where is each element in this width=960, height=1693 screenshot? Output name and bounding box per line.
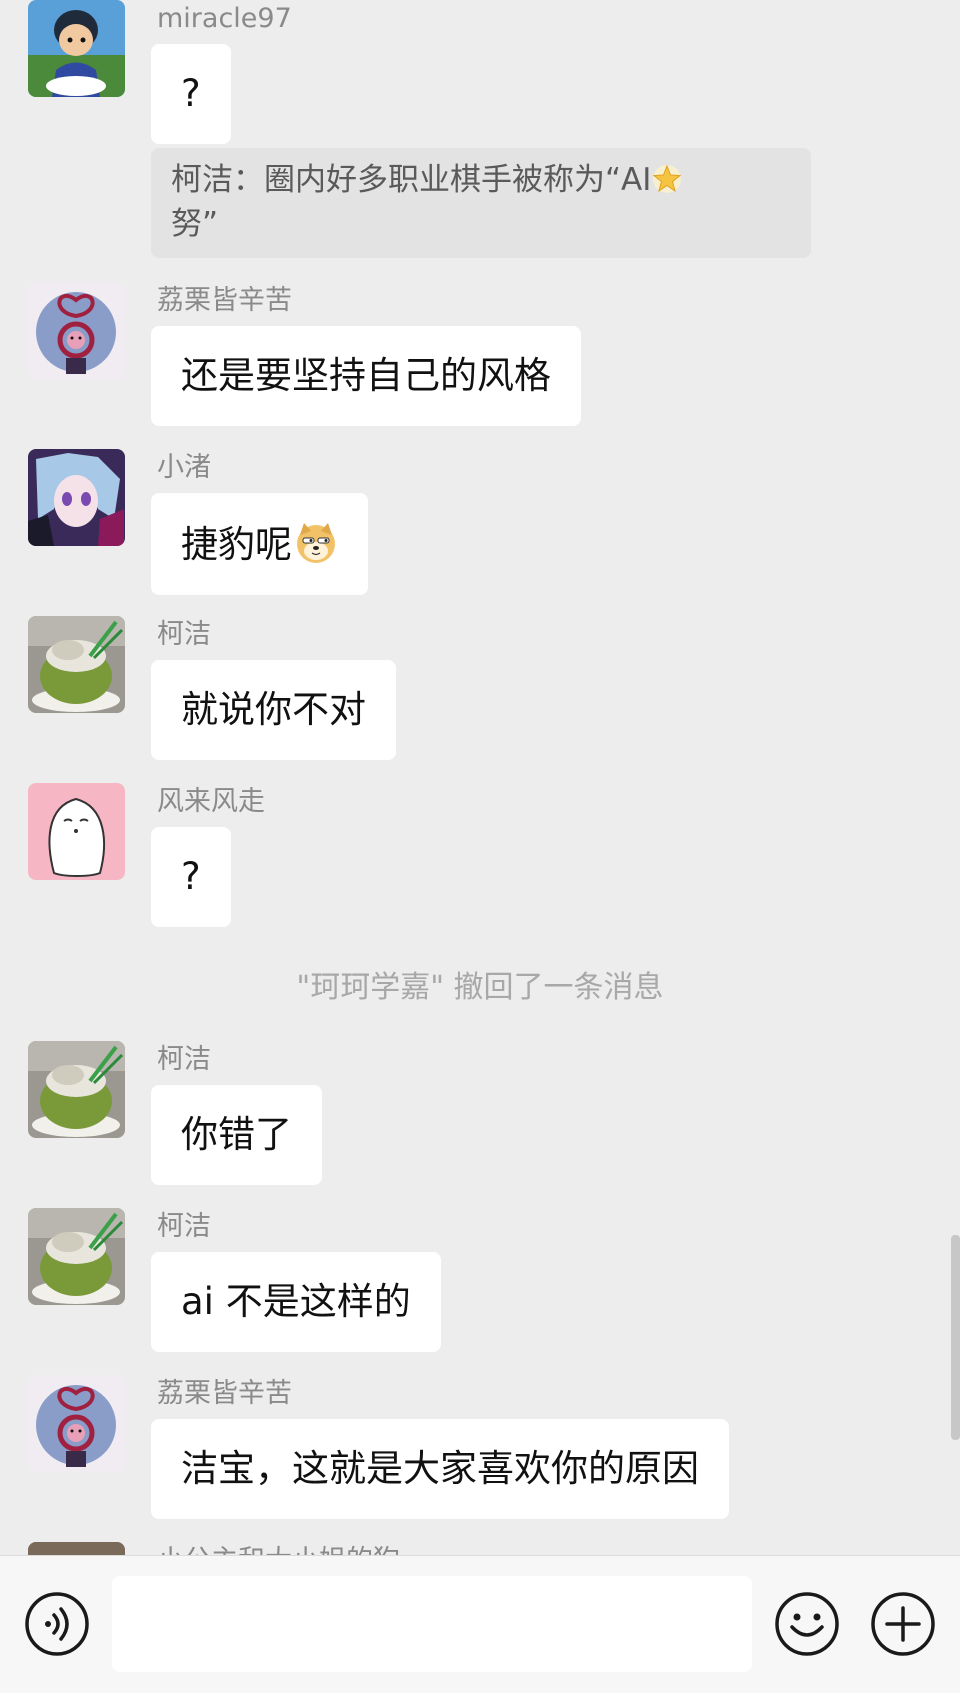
voice-icon: [25, 1592, 89, 1656]
message-bubble[interactable]: ?: [151, 44, 231, 144]
coconut-avatar-icon: [28, 1208, 125, 1305]
scrollbar[interactable]: [951, 1235, 960, 1440]
figure-eight-avatar-icon: [28, 1375, 125, 1472]
chat-message-list[interactable]: miracle97 ? 柯洁：圈内好多职业棋手被称为“AI 努” 荔栗皆辛苦 还…: [0, 0, 960, 1555]
message-bubble[interactable]: 就说你不对: [151, 660, 396, 760]
sender-name: 柯洁: [157, 1211, 211, 1242]
avatar[interactable]: [28, 1208, 125, 1305]
message-input[interactable]: [112, 1576, 752, 1672]
plus-button[interactable]: [870, 1591, 936, 1657]
coconut-avatar-icon: [28, 616, 125, 713]
message-text: 你错了: [181, 1113, 292, 1156]
recall-notice: "珂珂学嘉" 撤回了一条消息: [296, 970, 664, 1005]
emoji-icon: [775, 1592, 839, 1656]
avatar[interactable]: [28, 1542, 125, 1555]
sender-name: 小公主和大小姐的狗: [157, 1544, 400, 1555]
message-text: ai 不是这样的: [181, 1280, 411, 1323]
avatar[interactable]: [28, 0, 125, 97]
quoted-message[interactable]: 柯洁：圈内好多职业棋手被称为“AI 努”: [151, 148, 811, 258]
sender-name: 荔栗皆辛苦: [157, 1378, 292, 1409]
quote-text-prefix: 柯洁：圈内好多职业棋手被称为“AI: [171, 162, 652, 198]
white-blob-avatar-icon: [28, 783, 125, 880]
avatar[interactable]: [28, 449, 125, 546]
star-emoji-icon: [653, 164, 682, 193]
coconut-avatar-icon: [28, 1041, 125, 1138]
sender-name: 荔栗皆辛苦: [157, 285, 292, 316]
plus-icon: [871, 1592, 935, 1656]
message-text: 还是要坚持自己的风格: [181, 354, 551, 397]
message-text: 洁宝，这就是大家喜欢你的原因: [181, 1447, 699, 1490]
message-text: ?: [181, 72, 201, 115]
figure-eight-avatar-icon: [28, 282, 125, 379]
message-text: ?: [181, 855, 201, 898]
avatar[interactable]: [28, 783, 125, 880]
voice-button[interactable]: [24, 1591, 90, 1657]
sender-name: 小渚: [157, 452, 211, 483]
sender-name: 风来风走: [157, 786, 265, 817]
sender-name: miracle97: [157, 3, 292, 34]
message-text: 就说你不对: [181, 688, 366, 731]
message-bubble[interactable]: 你错了: [151, 1085, 322, 1185]
emoji-button[interactable]: [774, 1591, 840, 1657]
avatar[interactable]: [28, 616, 125, 713]
avatar[interactable]: [28, 1375, 125, 1472]
avatar[interactable]: [28, 1041, 125, 1138]
message-bubble[interactable]: ?: [151, 827, 231, 927]
message-bubble[interactable]: 还是要坚持自己的风格: [151, 326, 581, 426]
doge-emoji-icon: [297, 523, 335, 563]
anime-girl-avatar-icon: [28, 449, 125, 546]
quote-text-suffix: 努”: [171, 206, 219, 242]
message-text: 捷豹呢: [181, 523, 292, 566]
partial-avatar-icon: [28, 1542, 125, 1555]
message-bubble[interactable]: ai 不是这样的: [151, 1252, 441, 1352]
boy-cartoon-avatar-icon: [28, 0, 125, 97]
message-bubble[interactable]: 捷豹呢: [151, 493, 368, 595]
sender-name: 柯洁: [157, 1044, 211, 1075]
avatar[interactable]: [28, 282, 125, 379]
message-bubble[interactable]: 洁宝，这就是大家喜欢你的原因: [151, 1419, 729, 1519]
sender-name: 柯洁: [157, 619, 211, 650]
input-bar: [0, 1555, 960, 1693]
